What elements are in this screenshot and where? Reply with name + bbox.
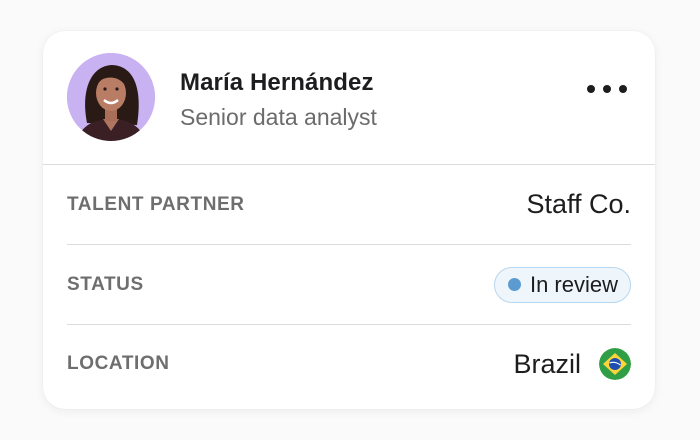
avatar[interactable] bbox=[67, 53, 155, 141]
status-badge: In review bbox=[493, 266, 631, 303]
dot bbox=[619, 85, 627, 93]
brazil-flag-icon bbox=[599, 348, 631, 380]
more-horizontal-icon[interactable] bbox=[587, 77, 627, 101]
row-status: STATUS In review bbox=[67, 245, 631, 325]
profile-card: María Hernández Senior data analyst TALE… bbox=[43, 31, 655, 409]
status-text: In review bbox=[529, 271, 618, 297]
status-dot-icon bbox=[507, 278, 521, 291]
profile-name: María Hernández bbox=[180, 69, 374, 96]
talent-partner-label: TALENT PARTNER bbox=[67, 193, 245, 215]
detail-rows: TALENT PARTNER Staff Co. STATUS In revie… bbox=[67, 165, 631, 403]
card-header: María Hernández Senior data analyst bbox=[43, 31, 655, 165]
status-label: STATUS bbox=[67, 273, 144, 295]
location-label: LOCATION bbox=[67, 353, 170, 374]
dot bbox=[587, 85, 595, 93]
profile-role: Senior data analyst bbox=[180, 104, 377, 130]
talent-partner-value: Staff Co. bbox=[526, 189, 631, 219]
row-talent-partner: TALENT PARTNER Staff Co. bbox=[67, 165, 631, 245]
location-value: Brazil bbox=[513, 348, 581, 379]
dot bbox=[603, 85, 611, 93]
location-value-group: Brazil bbox=[513, 348, 631, 380]
row-location: LOCATION Brazil bbox=[67, 325, 631, 403]
